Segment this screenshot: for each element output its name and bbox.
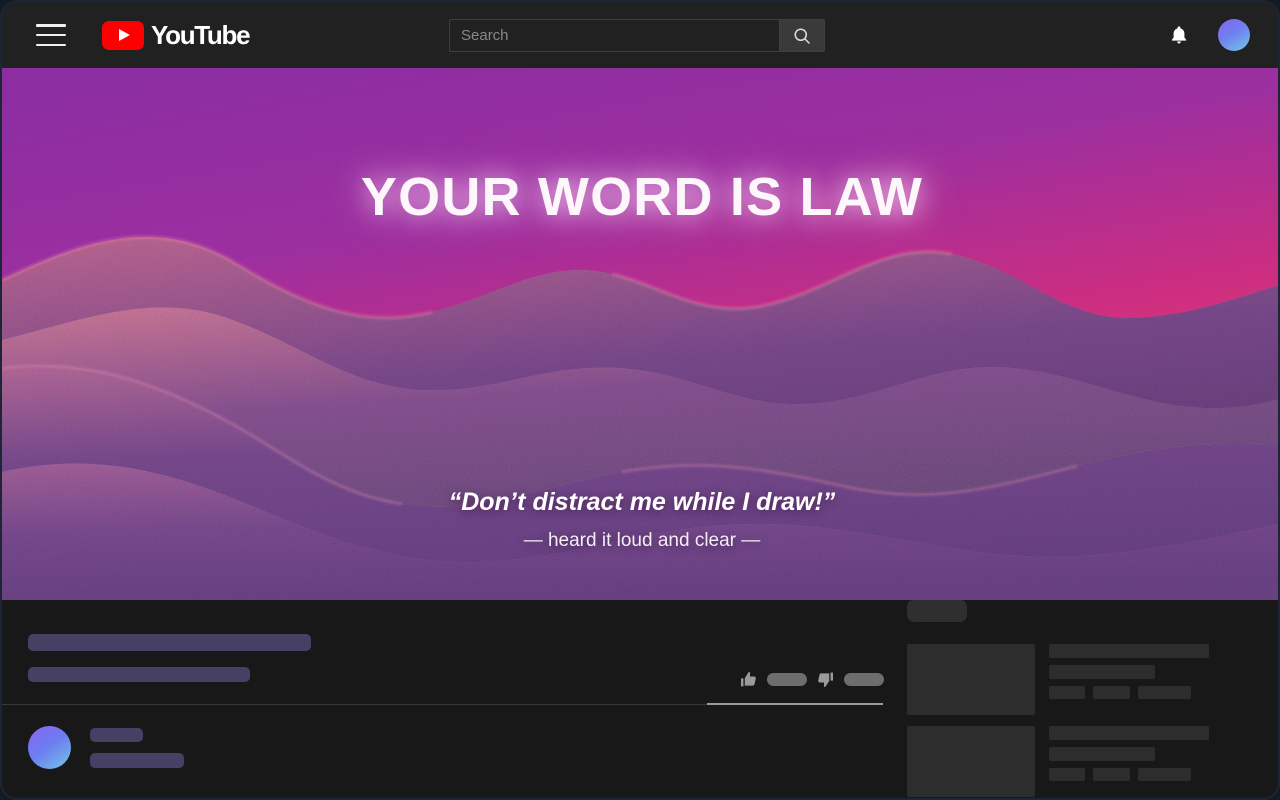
recommendation-meta xyxy=(1049,726,1209,797)
search-bar xyxy=(449,19,825,52)
notifications-button[interactable] xyxy=(1168,23,1190,47)
hero-artwork xyxy=(2,68,1278,600)
recommendation-list xyxy=(907,644,1267,798)
like-button[interactable] xyxy=(739,670,758,689)
play-triangle-icon xyxy=(102,20,144,50)
video-subtitle-skeleton xyxy=(28,667,250,682)
section-divider-highlight xyxy=(707,703,883,705)
channel-row xyxy=(28,726,184,769)
thumbs-up-icon xyxy=(740,671,756,687)
youtube-logo[interactable]: YouTube xyxy=(102,19,251,51)
search-icon xyxy=(794,27,810,44)
list-item[interactable] xyxy=(907,644,1267,715)
rec-title-skeleton xyxy=(1049,726,1209,740)
search-button[interactable] xyxy=(779,19,825,52)
rec-badge-skeleton xyxy=(1138,768,1191,781)
thumbnail-skeleton xyxy=(907,726,1035,797)
menu-icon-bar xyxy=(36,43,66,46)
hero-banner: YOUR WORD IS LAW “Don’t distract me whil… xyxy=(2,68,1278,600)
bell-icon xyxy=(1171,26,1187,44)
menu-icon[interactable] xyxy=(36,24,66,46)
top-header: YouTube xyxy=(2,2,1278,68)
video-action-bar xyxy=(739,670,884,689)
recommendation-meta xyxy=(1049,644,1209,715)
youtube-page: YouTube Search YOUR WORD IS LAW “Don’t d… xyxy=(0,0,1280,800)
video-title-skeleton xyxy=(28,634,311,651)
video-primary-info xyxy=(2,600,892,798)
rec-channel-skeleton xyxy=(1049,747,1155,761)
menu-icon-bar xyxy=(36,24,66,27)
dislike-button[interactable] xyxy=(816,670,835,689)
recommendations-sidebar xyxy=(907,600,1267,798)
channel-name-skeleton xyxy=(90,727,143,742)
rec-stats-row xyxy=(1049,768,1209,781)
thumbnail-skeleton xyxy=(907,644,1035,715)
channel-info-skeleton xyxy=(90,727,184,768)
rec-views-skeleton xyxy=(1049,686,1085,699)
menu-icon-bar xyxy=(36,33,66,37)
list-item[interactable] xyxy=(907,726,1267,797)
rec-channel-skeleton xyxy=(1049,665,1155,679)
channel-subs-skeleton xyxy=(90,752,184,768)
rec-stats-row xyxy=(1049,686,1209,699)
dislike-count-skeleton xyxy=(844,673,884,686)
rec-title-skeleton xyxy=(1049,644,1209,658)
channel-avatar[interactable] xyxy=(28,726,71,769)
header-actions xyxy=(1168,2,1250,68)
rec-badge-skeleton xyxy=(1138,686,1191,699)
brand-wordmark: YouTube xyxy=(151,19,251,50)
rec-age-skeleton xyxy=(1093,768,1130,781)
thumbs-down-icon xyxy=(818,672,834,688)
like-count-skeleton xyxy=(767,673,807,686)
rec-age-skeleton xyxy=(1093,686,1130,699)
filter-chip[interactable] xyxy=(907,600,967,622)
account-avatar[interactable] xyxy=(1218,19,1250,51)
below-player-area xyxy=(2,600,1278,798)
search-input[interactable] xyxy=(449,19,779,52)
rec-views-skeleton xyxy=(1049,768,1085,781)
